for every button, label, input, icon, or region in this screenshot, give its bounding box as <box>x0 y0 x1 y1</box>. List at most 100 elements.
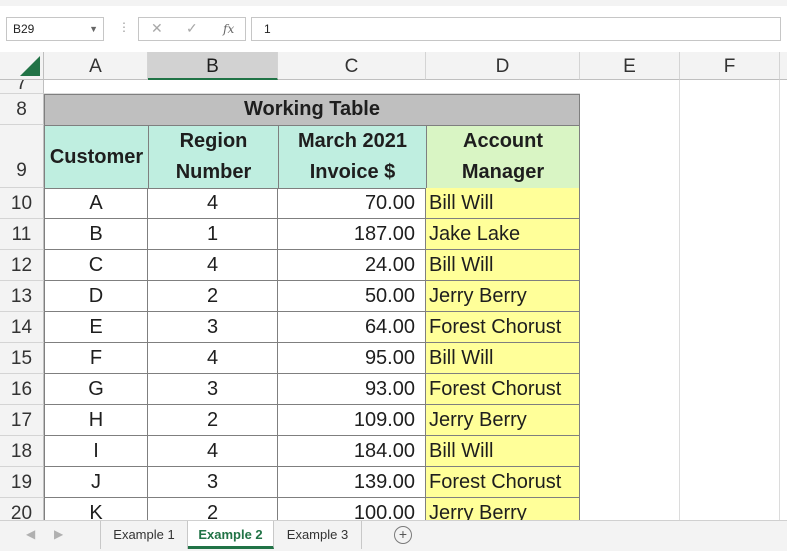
row-header-18[interactable]: 18 <box>0 436 44 467</box>
customer-cell[interactable]: K <box>44 498 148 520</box>
manager-cell[interactable]: Bill Will <box>426 188 580 219</box>
column-header-g[interactable] <box>780 52 787 80</box>
invoice-cell[interactable]: 187.00 <box>278 219 426 250</box>
invoice-amount: 64.00 <box>364 316 415 338</box>
formula-input[interactable]: 1 <box>251 17 781 41</box>
header-region-line2: Number <box>175 161 252 183</box>
header-invoice[interactable]: March 2021 Invoice $ <box>278 125 427 189</box>
header-manager-line2: Manager <box>461 161 545 183</box>
customer-cell[interactable]: J <box>44 467 148 498</box>
column-header-a[interactable]: A <box>44 52 148 80</box>
select-all-triangle-icon <box>20 56 40 76</box>
invoice-cell[interactable]: 93.00 <box>278 374 426 405</box>
cancel-icon[interactable]: ✕ <box>151 20 163 37</box>
manager-cell[interactable]: Jerry Berry <box>426 281 580 312</box>
header-region-label: Region Number <box>149 126 278 188</box>
row-header-15[interactable]: 15 <box>0 343 44 374</box>
header-region-number[interactable]: Region Number <box>148 125 279 189</box>
row-header-11[interactable]: 11 <box>0 219 44 250</box>
region-cell[interactable]: 4 <box>148 343 278 374</box>
enter-icon[interactable]: ✓ <box>186 20 198 37</box>
customer-cell[interactable]: C <box>44 250 148 281</box>
customer-cell[interactable]: E <box>44 312 148 343</box>
sheet-tab-example-2[interactable]: Example 2 <box>188 521 274 549</box>
header-customer[interactable]: Customer <box>44 125 149 189</box>
region-cell[interactable]: 2 <box>148 281 278 312</box>
name-box-dropdown-icon[interactable]: ▼ <box>89 18 98 40</box>
manager-cell[interactable]: Jerry Berry <box>426 498 580 520</box>
customer-cell[interactable]: H <box>44 405 148 436</box>
region-cell[interactable]: 4 <box>148 436 278 467</box>
scroll-tabs-right-icon[interactable]: ▶ <box>54 527 63 541</box>
manager-cell[interactable]: Forest Chorust <box>426 467 580 498</box>
customer-cell[interactable]: I <box>44 436 148 467</box>
region-cell[interactable]: 3 <box>148 467 278 498</box>
row-header-14[interactable]: 14 <box>0 312 44 343</box>
invoice-cell[interactable]: 24.00 <box>278 250 426 281</box>
manager-cell[interactable]: Jake Lake <box>426 219 580 250</box>
invoice-cell[interactable]: 95.00 <box>278 343 426 374</box>
manager-cell[interactable]: Forest Chorust <box>426 374 580 405</box>
insert-function-icon[interactable]: fx <box>223 22 234 36</box>
customer-cell[interactable]: G <box>44 374 148 405</box>
column-header-d[interactable]: D <box>426 52 580 80</box>
row-header-19[interactable]: 19 <box>0 467 44 498</box>
customer-cell[interactable]: D <box>44 281 148 312</box>
formula-bar: B29 ▼ ⋮ ✕ ✓ fx 1 <box>0 6 787 48</box>
invoice-cell[interactable]: 109.00 <box>278 405 426 436</box>
manager-cell[interactable]: Bill Will <box>426 436 580 467</box>
invoice-amount: 95.00 <box>364 347 415 369</box>
sheet-tab-example-1[interactable]: Example 1 <box>100 521 188 549</box>
row-header-20[interactable]: 20 <box>0 498 44 520</box>
invoice-amount: 93.00 <box>364 378 415 400</box>
region-cell[interactable]: 1 <box>148 219 278 250</box>
invoice-cell[interactable]: 50.00 <box>278 281 426 312</box>
name-box[interactable]: B29 ▼ <box>6 17 104 41</box>
invoice-cell[interactable]: 70.00 <box>278 188 426 219</box>
table-title[interactable]: Working Table <box>44 94 580 126</box>
region-cell[interactable]: 4 <box>148 188 278 219</box>
invoice-cell[interactable]: 184.00 <box>278 436 426 467</box>
header-invoice-line1: March 2021 <box>298 130 407 152</box>
customer-cell[interactable]: F <box>44 343 148 374</box>
manager-cell[interactable]: Forest Chorust <box>426 312 580 343</box>
invoice-cell[interactable]: 100.00 <box>278 498 426 520</box>
row-header-9[interactable]: 9 <box>0 125 44 188</box>
sheet-tab-example-3[interactable]: Example 3 <box>274 521 362 549</box>
formula-bar-grip-icon[interactable]: ⋮ <box>118 20 130 34</box>
manager-cell[interactable]: Jerry Berry <box>426 405 580 436</box>
formula-buttons: ✕ ✓ fx <box>138 17 246 41</box>
select-all-button[interactable] <box>0 52 44 80</box>
customer-cell[interactable]: A <box>44 188 148 219</box>
region-cell[interactable]: 2 <box>148 498 278 520</box>
invoice-amount: 50.00 <box>364 285 415 307</box>
column-header-e[interactable]: E <box>580 52 680 80</box>
add-sheet-icon[interactable]: + <box>394 526 412 544</box>
sheet-tab-bar: ◀ ▶ Example 1 Example 2 Example 3 + <box>0 520 787 551</box>
scroll-tabs-left-icon[interactable]: ◀ <box>26 527 35 541</box>
manager-cell[interactable]: Bill Will <box>426 343 580 374</box>
row-header-7[interactable]: 7 <box>0 80 44 94</box>
region-cell[interactable]: 3 <box>148 374 278 405</box>
column-header-f[interactable]: F <box>680 52 780 80</box>
invoice-amount: 24.00 <box>364 254 415 276</box>
region-cell[interactable]: 3 <box>148 312 278 343</box>
region-cell[interactable]: 4 <box>148 250 278 281</box>
header-account-manager[interactable]: Account Manager <box>426 125 580 189</box>
invoice-cell[interactable]: 64.00 <box>278 312 426 343</box>
worksheet-grid[interactable]: A B C D E F 7 8 9 10 11 12 13 14 15 16 1… <box>0 52 787 520</box>
row-header-12[interactable]: 12 <box>0 250 44 281</box>
row-header-8[interactable]: 8 <box>0 94 44 125</box>
header-region-line1: Region <box>179 130 248 152</box>
column-header-b[interactable]: B <box>148 52 278 80</box>
customer-cell[interactable]: B <box>44 219 148 250</box>
row-header-10[interactable]: 10 <box>0 188 44 219</box>
invoice-cell[interactable]: 139.00 <box>278 467 426 498</box>
row-header-13[interactable]: 13 <box>0 281 44 312</box>
header-customer-label: Customer <box>49 145 144 168</box>
row-header-17[interactable]: 17 <box>0 405 44 436</box>
manager-cell[interactable]: Bill Will <box>426 250 580 281</box>
region-cell[interactable]: 2 <box>148 405 278 436</box>
column-header-c[interactable]: C <box>278 52 426 80</box>
row-header-16[interactable]: 16 <box>0 374 44 405</box>
